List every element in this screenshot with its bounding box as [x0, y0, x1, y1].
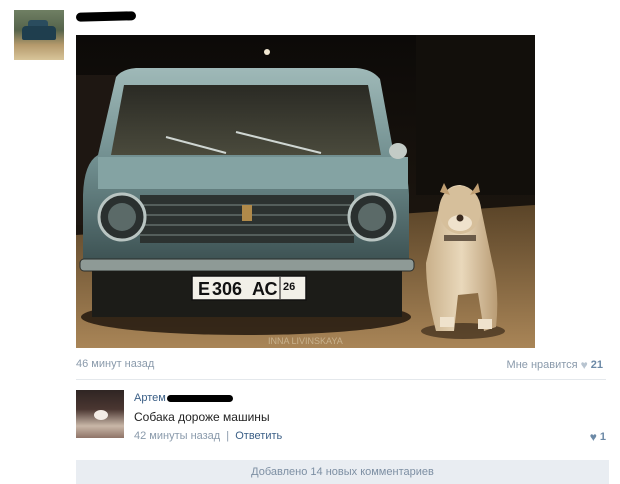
post-timestamp[interactable]: 46 минут назад — [76, 358, 154, 370]
dog-paw-left — [440, 317, 454, 327]
plate-region: 26 — [283, 281, 295, 293]
plate-text: Е — [198, 279, 210, 299]
post-like-button[interactable]: Мне нравится ♥ 21 — [507, 358, 603, 372]
comment-meta: 42 минуты назад | Ответить — [134, 430, 282, 442]
street-light — [264, 49, 270, 55]
windshield — [111, 85, 381, 155]
show-new-comments-button[interactable]: Добавлено 14 новых комментариев — [76, 460, 609, 484]
post-photo[interactable]: Е 306 АС 26 INNA LIVINSKAYA — [76, 35, 535, 348]
like-count: 21 — [590, 359, 603, 371]
badge — [242, 205, 252, 221]
post-author-name-redacted[interactable] — [75, 11, 137, 22]
dog-collar — [444, 235, 476, 241]
comment-author-name[interactable]: Артем — [134, 392, 233, 404]
plate-letters: АС — [252, 279, 278, 299]
heart-icon: ♥ — [580, 358, 588, 372]
heart-icon: ♥ — [589, 430, 597, 444]
avatar-light — [94, 410, 108, 420]
dog-nose — [456, 214, 464, 222]
hood — [98, 157, 408, 189]
comment-author-avatar[interactable] — [76, 390, 124, 438]
comment-like-button[interactable]: ♥ 1 — [590, 430, 606, 444]
photo-scene: Е 306 АС 26 INNA LIVINSKAYA — [76, 35, 535, 348]
headlight-right-lens — [358, 203, 386, 231]
side-mirror — [389, 143, 407, 159]
reply-link[interactable]: Ответить — [235, 430, 282, 442]
photo-watermark: INNA LIVINSKAYA — [268, 336, 343, 346]
post-author-avatar[interactable] — [14, 10, 64, 60]
bumper — [79, 258, 415, 272]
comment-author-redaction — [166, 394, 233, 402]
like-label: Мне нравится — [506, 359, 578, 371]
headlight-left-lens — [108, 203, 136, 231]
plate-number: 306 — [212, 279, 242, 299]
comment-text: Собака дороже машины — [134, 410, 270, 424]
dog-paw-right — [478, 319, 492, 329]
avatar-car-body — [22, 26, 56, 40]
trees-right — [416, 35, 535, 195]
divider — [76, 379, 606, 380]
comment-author-label: Артем — [134, 392, 166, 404]
comment-timestamp[interactable]: 42 минуты назад — [134, 430, 220, 442]
meta-separator: | — [226, 430, 230, 442]
comment-like-count: 1 — [599, 431, 606, 443]
